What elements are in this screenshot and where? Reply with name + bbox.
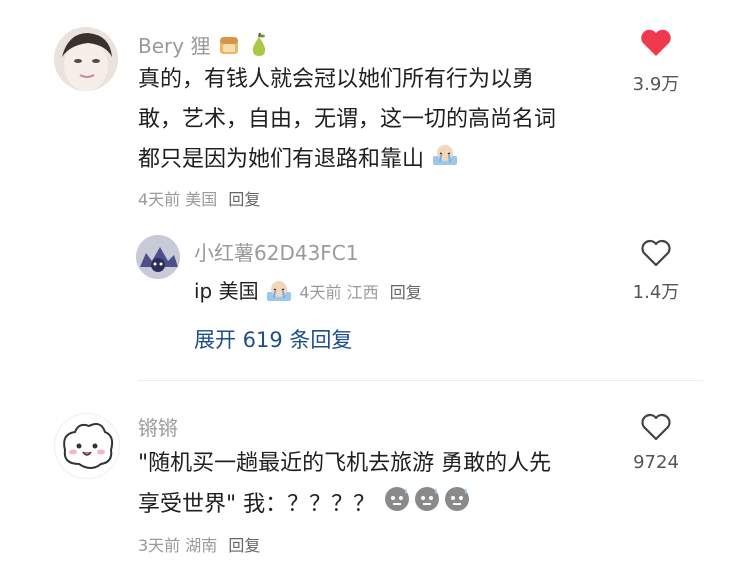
comment-username[interactable]: Bery 狸 [138,30,271,63]
sweating-face-icon [382,484,412,526]
avatar[interactable] [54,413,120,479]
reply-username[interactable]: 小红薯62D43FC1 [194,237,359,266]
reply-button[interactable]: 回复 [228,190,260,209]
reply-time: 4天前 [299,283,342,302]
reply-button[interactable]: 回复 [228,536,260,555]
comment-text-line: "随机买一趟最近的飞机去旅游 勇敢的人先 [138,451,552,476]
like-button[interactable] [640,238,672,272]
heart-outline-icon [641,413,671,441]
sweating-face-icon [442,484,472,526]
like-button[interactable] [640,28,672,62]
comment-text-line: 享受世界" 我：？？？？ [138,484,551,526]
comment-time: 3天前 [138,536,181,555]
like-count: 1.4万 [632,282,680,303]
heart-outline-icon [641,239,671,267]
sweating-face-icon [412,484,442,526]
comment-text[interactable]: 真的，有钱人就会冠以她们所有行为以勇 敢，艺术，自由，无谓，这一切的高尚名词 都… [138,60,556,180]
crying-emoji-icon [431,140,459,180]
heart-filled-icon [641,29,671,56]
like-button[interactable] [640,412,672,446]
username-text[interactable]: Bery 狸 [138,34,210,58]
reply-button[interactable]: 回复 [390,283,422,302]
comment-location: 湖南 [185,536,218,555]
comment-text-line: 都只是因为她们有退路和靠山 [138,140,556,180]
reply-text: ip 美国 [194,279,259,303]
reply-location: 江西 [346,283,379,302]
bread-icon [217,33,241,62]
comment-text-line-content: 都只是因为她们有退路和靠山 [138,147,425,172]
comment-text-line-content: 享受世界" 我：？？？？ [138,492,376,517]
comment-text-line: 敢，艺术，自由，无谓，这一切的高尚名词 [138,107,557,132]
avatar[interactable] [54,27,118,91]
expand-replies-link[interactable]: 展开 619 条回复 [194,324,352,354]
reply-meta: 4天前 江西 回复 [299,283,421,302]
comment-location: 美国 [185,190,218,209]
comment-username[interactable]: 锵锵 [138,412,178,441]
divider [138,380,703,381]
comment-meta: 3天前 湖南 回复 [138,532,260,556]
crying-emoji-icon [265,278,293,307]
reply-line[interactable]: ip 美国 4天前 江西 回复 [194,275,422,307]
like-count: 9724 [633,452,679,473]
comment-text-line: 真的，有钱人就会冠以她们所有行为以勇 [138,67,535,92]
comment-time: 4天前 [138,190,181,209]
comment-meta: 4天前 美国 回复 [138,186,260,210]
avatar[interactable] [136,235,180,279]
pear-icon [247,32,271,63]
like-count: 3.9万 [632,74,680,95]
comment-text[interactable]: "随机买一趟最近的飞机去旅游 勇敢的人先 享受世界" 我：？？？？ [138,444,551,526]
